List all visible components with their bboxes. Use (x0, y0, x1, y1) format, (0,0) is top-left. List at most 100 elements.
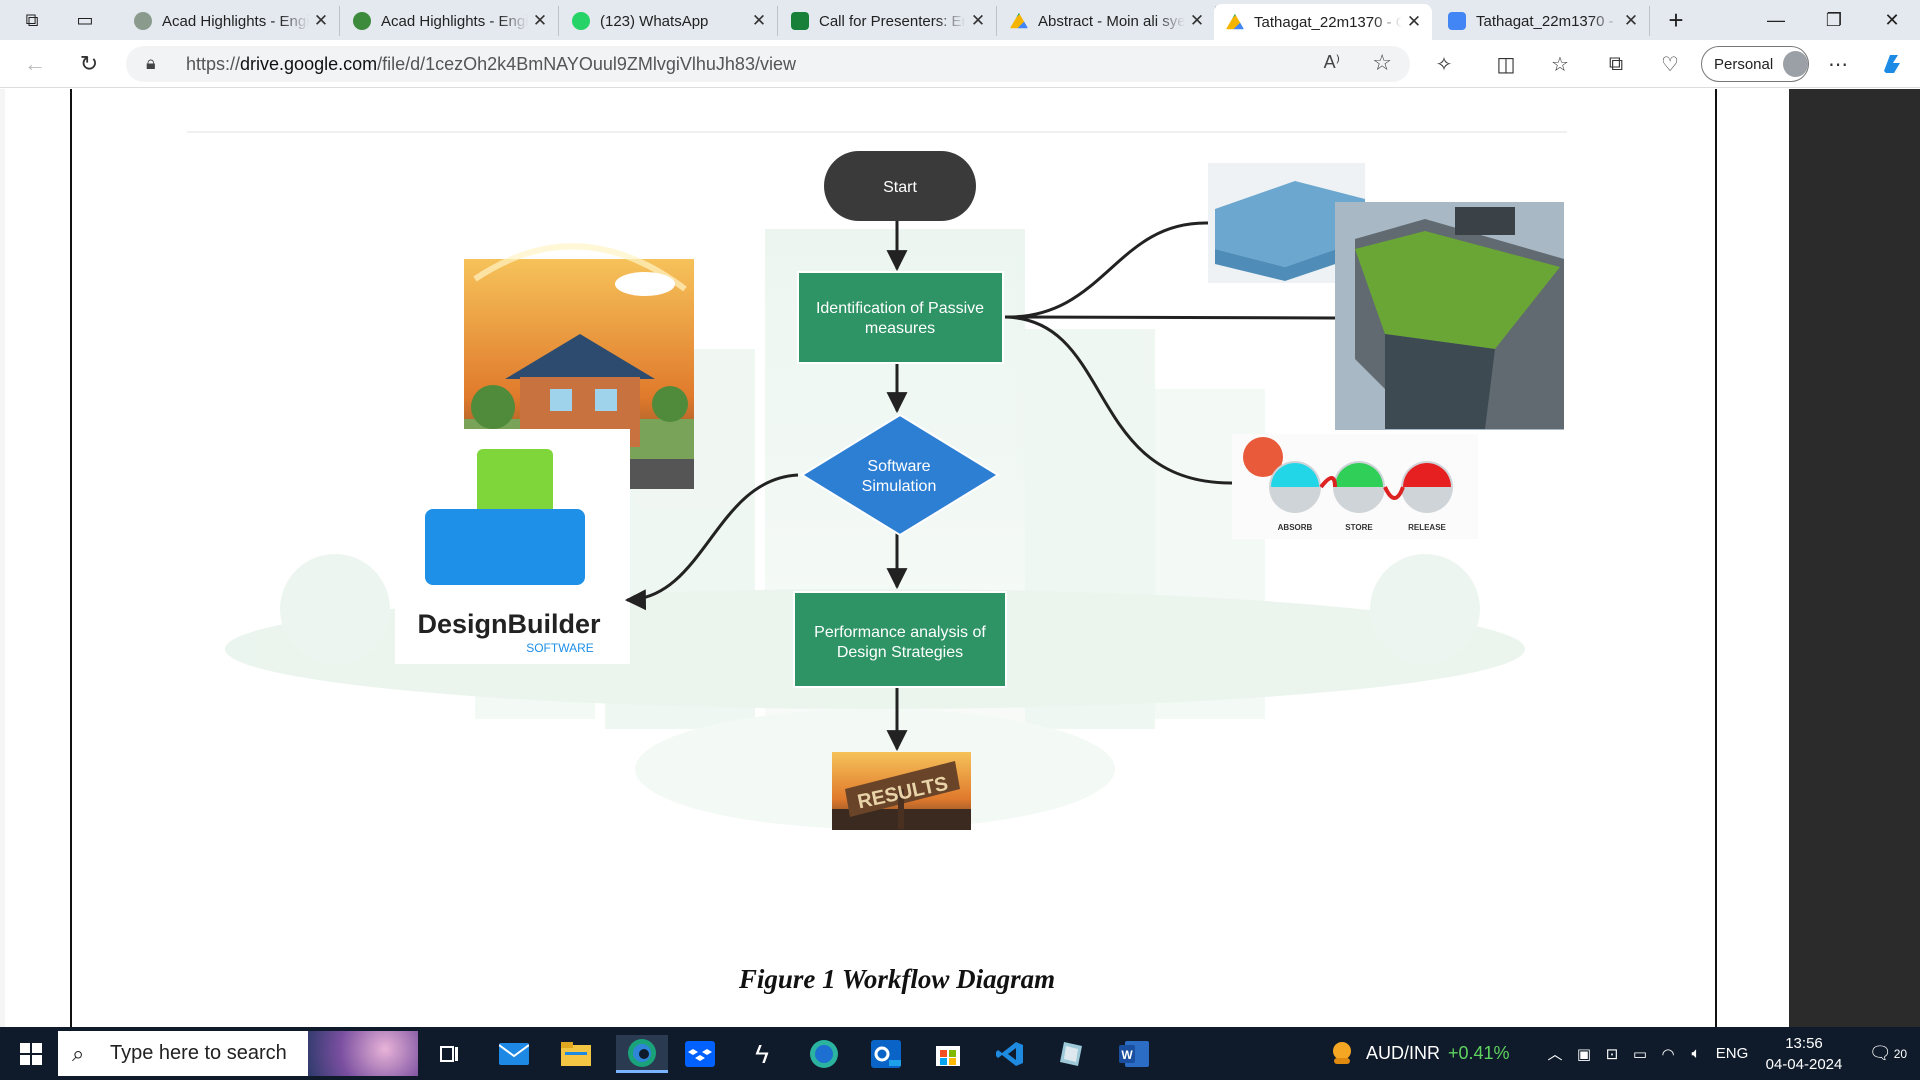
workflow-diagram: DesignBuilder SOFTWARE ABSORB STORE RELE… (187, 131, 1567, 830)
language-indicator[interactable]: ENG (1710, 1045, 1754, 1062)
identify-passive-node: Identification of Passive measures (797, 271, 1004, 364)
close-icon[interactable]: ✕ (1402, 12, 1426, 32)
address-toolbar: ← ↻ 🔒︎ https://drive.google.com/file/d/1… (0, 40, 1920, 88)
google-drive-icon (1010, 12, 1028, 29)
viewer-side-panel (1789, 89, 1920, 1027)
performance-label-line1: Performance analysis of (814, 624, 986, 641)
restore-icon[interactable]: ❐ (1806, 0, 1862, 40)
close-icon[interactable]: ✕ (309, 11, 333, 31)
url-text[interactable]: https://drive.google.com/file/d/1cezOh2k… (186, 54, 796, 75)
refresh-icon[interactable]: ↻ (72, 48, 106, 80)
collections-icon[interactable]: ⧉ (1600, 50, 1632, 78)
performance-analysis-node: Performance analysis of Design Strategie… (793, 591, 1007, 688)
close-icon[interactable]: ✕ (1185, 11, 1209, 31)
microsoft-store-icon[interactable] (928, 1035, 968, 1073)
start-button[interactable] (10, 1035, 52, 1073)
chevron-up-icon[interactable]: ︿ (1540, 1043, 1570, 1064)
software-label-line1: Software (867, 458, 930, 475)
performance-label-line2: Design Strategies (837, 644, 963, 661)
close-icon[interactable]: ✕ (528, 11, 552, 31)
search-highlight-art (308, 1031, 418, 1076)
file-explorer-icon[interactable] (556, 1035, 596, 1073)
minimize-icon[interactable]: — (1748, 0, 1804, 40)
start-node: Start (824, 151, 976, 221)
pcm-label-release: RELEASE (1408, 523, 1446, 532)
close-icon[interactable]: ✕ (966, 11, 990, 31)
word-icon[interactable]: W (1114, 1035, 1154, 1073)
back-icon[interactable]: ← (18, 48, 52, 80)
notification-icon: 🗨︎ (1868, 1043, 1892, 1063)
browser-essentials-icon[interactable]: ♡ (1654, 50, 1686, 78)
avatar (1783, 51, 1808, 77)
url-domain: drive.google.com (240, 53, 378, 74)
workspaces-icon[interactable]: ⧉ (4, 0, 60, 40)
read-aloud-icon[interactable]: A⁾ (1324, 52, 1340, 73)
results-image: RESULTS (832, 752, 971, 830)
search-icon: ⌕ (72, 1040, 85, 1066)
ticker-change: +0.41% (1448, 1043, 1510, 1063)
svg-text:W: W (1121, 1048, 1133, 1062)
tab-whatsapp[interactable]: (123) WhatsApp ✕ (560, 6, 778, 36)
tab-actions-icon[interactable]: ▭ (58, 0, 112, 40)
taskbar-search-box[interactable]: ⌕ Type here to search (58, 1031, 418, 1076)
volume-icon[interactable]: 🔈︎ (1682, 1045, 1710, 1062)
clock[interactable]: 13:56 04-04-2024 (1760, 1033, 1848, 1075)
document-page: DesignBuilder SOFTWARE ABSORB STORE RELE… (5, 89, 1789, 1027)
google-forms-icon (791, 12, 809, 30)
tab-acad-highlights-2[interactable]: Acad Highlights - Engineering ✕ (341, 6, 559, 36)
favorites-icon[interactable]: ☆ (1544, 50, 1576, 78)
mail-icon[interactable] (494, 1035, 534, 1073)
profile-button[interactable]: Personal (1701, 46, 1809, 82)
url-path: /file/d/1cezOh2k4BmNAYOuul9ZMlvgiVlhuJh8… (377, 53, 796, 74)
tab-title: Acad Highlights - Engineering (381, 12, 528, 30)
designbuilder-name: DesignBuilder (417, 609, 601, 639)
split-screen-icon[interactable]: ◫ (1490, 50, 1522, 78)
app-bolt-icon[interactable]: ϟ (742, 1035, 782, 1073)
dropbox-icon[interactable] (680, 1035, 720, 1073)
vscode-icon[interactable] (990, 1035, 1030, 1073)
address-bar[interactable]: 🔒︎ https://drive.google.com/file/d/1cezO… (126, 46, 1410, 82)
google-drive-icon (1226, 13, 1244, 30)
url-scheme: https:// (186, 53, 241, 74)
tab-title: Acad Highlights - Engineering (162, 12, 309, 30)
stock-ticker-widget[interactable]: AUD/INR +0.41% (1328, 1027, 1510, 1080)
tab-tathagat-drive[interactable]: Tathagat_22m1370 - Google Drive ✕ (1214, 4, 1432, 40)
profile-label: Personal (1714, 55, 1774, 73)
more-options-icon[interactable]: ⋯ (1822, 50, 1854, 78)
notification-count: 20 (1893, 1046, 1908, 1061)
battery-icon[interactable]: ▭ (1626, 1045, 1654, 1063)
tab-abstract[interactable]: Abstract - Moin ali syed ✕ (998, 6, 1216, 36)
meet-now-icon[interactable]: ▣ (1570, 1045, 1598, 1063)
tab-call-for-presenters[interactable]: Call for Presenters: Energy ✕ (779, 6, 997, 36)
tab-acad-highlights-1[interactable]: Acad Highlights - Engineering ✕ (122, 6, 340, 36)
notification-center-button[interactable]: 🗨︎ 20 (1860, 1027, 1916, 1080)
wifi-icon[interactable]: ◠ (1654, 1045, 1682, 1063)
close-window-icon[interactable]: ✕ (1864, 0, 1920, 40)
extensions-icon[interactable]: ✧ (1428, 50, 1460, 78)
search-placeholder: Type here to search (110, 1042, 287, 1064)
drive-file-viewer: DesignBuilder SOFTWARE ABSORB STORE RELE… (0, 89, 1920, 1027)
new-tab-button[interactable]: + (1650, 0, 1702, 40)
display-icon[interactable]: ⊡ (1598, 1045, 1626, 1063)
windows-taskbar: ⌕ Type here to search ϟ W AUD/INR +0.41%… (0, 1027, 1920, 1080)
close-icon[interactable]: ✕ (1619, 11, 1643, 31)
task-view-icon[interactable] (430, 1035, 470, 1073)
close-icon[interactable]: ✕ (747, 11, 771, 31)
lock-icon: 🔒︎ (146, 53, 156, 73)
identify-label-line2: measures (865, 320, 935, 337)
edge-browser-icon[interactable] (616, 1035, 668, 1073)
notes-app-icon[interactable] (1052, 1035, 1092, 1073)
green-roof-image (1335, 202, 1564, 430)
identify-label-line1: Identification of Passive (816, 300, 984, 317)
copilot-icon[interactable] (1876, 50, 1908, 78)
figure-caption: Figure 1 Workflow Diagram (738, 964, 1056, 994)
edge-icon[interactable] (804, 1035, 844, 1073)
browser-tab-bar: ⧉ ▭ Acad Highlights - Engineering ✕ Acad… (0, 0, 1920, 40)
tab-title: Call for Presenters: Energy (819, 12, 966, 30)
google-docs-icon (1448, 12, 1466, 30)
outlook-icon[interactable] (866, 1035, 906, 1073)
whatsapp-icon (572, 12, 590, 30)
currency-icon (1333, 1041, 1351, 1064)
favorite-star-icon[interactable]: ☆ (1372, 50, 1392, 76)
tab-tathagat-docs[interactable]: Tathagat_22m1370 - Google Docs ✕ (1436, 6, 1650, 36)
